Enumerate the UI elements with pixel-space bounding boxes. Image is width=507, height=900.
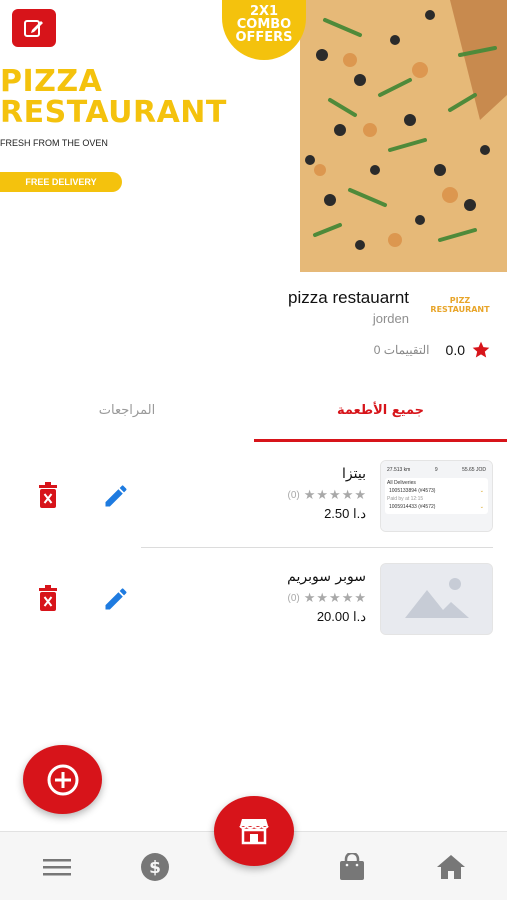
item-thumbnail bbox=[380, 563, 493, 635]
shopping-bag-icon bbox=[340, 853, 364, 880]
item-rating-count: (0) bbox=[287, 593, 300, 604]
chevron-down-icon: ⌄ bbox=[479, 504, 484, 510]
delivery-summary-thumb: 27.513 km 9 55.65 JOD All Deliveries 100… bbox=[381, 461, 492, 531]
trash-icon bbox=[39, 585, 57, 611]
list-item[interactable]: سوبر سوبريم (0) ★ ★ ★ ★ ★ 20.00 د.ا bbox=[0, 563, 507, 647]
item-divider bbox=[141, 547, 493, 548]
banner-subtitle: FRESH FROM THE OVEN bbox=[0, 138, 108, 148]
star-icon: ★ bbox=[316, 591, 329, 606]
plus-circle-icon bbox=[47, 764, 78, 795]
item-rating-count: (0) bbox=[287, 490, 300, 501]
image-placeholder-icon bbox=[381, 564, 492, 634]
nav-home-button[interactable] bbox=[436, 852, 466, 882]
tab-reviews[interactable]: المراجعات bbox=[0, 392, 254, 442]
thumb-card: All Deliveries 1005133894 (#4573) ⌄ Paid… bbox=[385, 478, 488, 514]
restaurant-city: jorden bbox=[372, 311, 409, 326]
menu-icon bbox=[43, 859, 71, 876]
thumb-order-row: 1005133894 (#4573) ⌄ bbox=[387, 486, 486, 496]
free-delivery-badge: FREE DELIVERY bbox=[0, 172, 122, 192]
star-icon: ★ bbox=[354, 488, 366, 503]
thumb-qty: 9 bbox=[434, 467, 438, 473]
app-screen: 2X1 COMBO OFFERS PIZZA RESTAURANT FRESH … bbox=[0, 0, 507, 900]
pizza-image bbox=[300, 0, 507, 272]
chevron-down-icon: ⌄ bbox=[479, 488, 484, 494]
thumb-stats-row: 27.513 km 9 55.65 JOD bbox=[385, 465, 488, 475]
thumb-distance: 27.513 km bbox=[387, 467, 411, 473]
item-name: سوبر سوبريم bbox=[287, 569, 366, 585]
nav-earnings-button[interactable]: $ bbox=[140, 852, 170, 882]
banner-title-line1: PIZZA bbox=[0, 64, 103, 99]
thumb-order-row: 1005914433 (#4572) ⌄ bbox=[387, 502, 486, 512]
item-rating: (0) ★ ★ ★ ★ ★ bbox=[287, 488, 366, 503]
add-item-button[interactable] bbox=[23, 745, 102, 814]
restaurant-name: pizza restauarnt bbox=[288, 288, 409, 307]
edit-item-button[interactable] bbox=[102, 585, 130, 613]
star-icon: ★ bbox=[316, 488, 329, 503]
star-icon: ★ bbox=[303, 591, 316, 606]
item-thumbnail: 27.513 km 9 55.65 JOD All Deliveries 100… bbox=[380, 460, 493, 532]
item-price: 2.50 د.ا bbox=[324, 506, 366, 521]
tab-all-foods[interactable]: جميع الأطعمة bbox=[254, 392, 507, 442]
tab-bar: المراجعات جميع الأطعمة bbox=[0, 392, 507, 442]
list-item[interactable]: 27.513 km 9 55.65 JOD All Deliveries 100… bbox=[0, 460, 507, 544]
restaurant-rating: 0 التقييمات 0.0 bbox=[374, 340, 491, 360]
delete-item-button[interactable] bbox=[36, 585, 60, 613]
item-name: بيتزا bbox=[342, 466, 366, 482]
home-icon bbox=[437, 855, 465, 879]
combo-line3: OFFERS bbox=[235, 30, 293, 45]
restaurant-logo: PIZZ RESTAURANT bbox=[428, 296, 492, 322]
delete-item-button[interactable] bbox=[36, 482, 60, 510]
star-icon: ★ bbox=[329, 488, 341, 503]
item-rating: (0) ★ ★ ★ ★ ★ bbox=[287, 591, 366, 606]
nav-menu-button[interactable] bbox=[42, 852, 72, 882]
combo-offer-badge: 2X1 COMBO OFFERS bbox=[222, 0, 306, 60]
store-button[interactable] bbox=[214, 796, 294, 866]
edit-item-button[interactable] bbox=[102, 482, 130, 510]
rating-value: 0.0 bbox=[445, 342, 465, 358]
item-price: 20.00 د.ا bbox=[316, 609, 366, 624]
pencil-icon bbox=[105, 588, 127, 610]
pencil-icon bbox=[105, 485, 127, 507]
logo-line2: RESTAURANT bbox=[430, 305, 490, 314]
store-icon bbox=[239, 819, 269, 845]
thumb-order1: 1005133894 (#4573) bbox=[389, 488, 436, 494]
star-icon bbox=[472, 341, 490, 358]
svg-text:$: $ bbox=[149, 858, 161, 878]
logo-line1: PIZZ bbox=[449, 296, 471, 305]
trash-icon bbox=[39, 482, 57, 508]
star-icon: ★ bbox=[303, 488, 316, 503]
edit-restaurant-button[interactable] bbox=[12, 9, 56, 47]
banner-title: PIZZA RESTAURANT bbox=[0, 66, 227, 128]
ratings-count: 0 التقييمات bbox=[373, 343, 430, 357]
banner-title-line2: RESTAURANT bbox=[0, 95, 227, 130]
star-icon: ★ bbox=[329, 591, 341, 606]
star-icon: ★ bbox=[341, 591, 354, 606]
restaurant-banner: 2X1 COMBO OFFERS PIZZA RESTAURANT FRESH … bbox=[0, 0, 507, 272]
star-icon: ★ bbox=[354, 591, 366, 606]
edit-icon bbox=[24, 20, 43, 37]
thumb-amount: 55.65 JOD bbox=[462, 467, 486, 473]
nav-orders-button[interactable] bbox=[337, 852, 367, 882]
thumb-order2: 1005914433 (#4572) bbox=[389, 504, 436, 510]
dollar-icon: $ bbox=[141, 853, 169, 881]
star-icon: ★ bbox=[341, 488, 354, 503]
